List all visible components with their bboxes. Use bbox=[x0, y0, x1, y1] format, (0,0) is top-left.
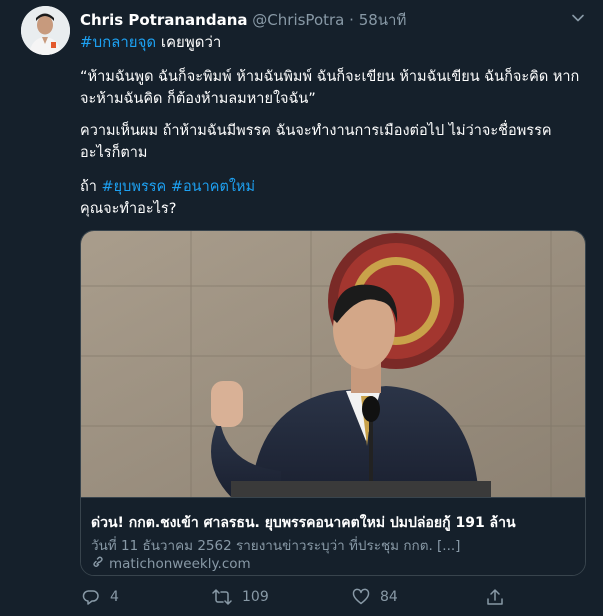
display-name[interactable]: Chris Potranandana bbox=[80, 11, 248, 29]
tweet-header: Chris Potranandana @ChrisPotra · 58นาที bbox=[80, 8, 406, 32]
hashtag-link[interactable]: #อนาคตใหม่ bbox=[171, 179, 255, 195]
opinion-text: ความเห็นผม ถ้าห้ามฉันมีพรรค ฉันจะทำงานกา… bbox=[80, 123, 552, 161]
card-domain[interactable]: matichonweekly.com bbox=[91, 556, 251, 572]
intro-line: #บกลายจุด เคยพูดว่า bbox=[80, 30, 221, 54]
quote-text: “ห้ามฉันพูด ฉันก็จะพิมพ์ ห้ามฉันพิมพ์ ฉั… bbox=[80, 69, 580, 107]
share-button[interactable] bbox=[486, 588, 514, 606]
link-icon bbox=[93, 556, 103, 567]
card-title[interactable]: ด่วน! กกต.ชงเข้า ศาลรธน. ยุบพรรคอนาคตใหม… bbox=[91, 512, 516, 534]
question-paragraph: ถ้า #ยุบพรรค #อนาคตใหม่ คุณจะทำอะไร? bbox=[80, 176, 580, 220]
retweet-button[interactable]: 109 bbox=[212, 588, 269, 606]
reply-button[interactable]: 4 bbox=[82, 588, 119, 606]
tweet-timestamp[interactable]: 58นาที bbox=[359, 11, 407, 29]
retweet-count: 109 bbox=[242, 589, 269, 605]
reply-count: 4 bbox=[110, 589, 119, 605]
hashtag-link[interactable]: #ยุบพรรค bbox=[102, 179, 167, 195]
card-image[interactable] bbox=[81, 231, 586, 497]
question-text: คุณจะทำอะไร? bbox=[80, 201, 177, 217]
heart-icon bbox=[352, 588, 370, 605]
card-domain-text[interactable]: matichonweekly.com bbox=[109, 556, 251, 572]
tweet[interactable]: Chris Potranandana @ChrisPotra · 58นาที … bbox=[0, 0, 603, 616]
if-prefix: ถ้า bbox=[80, 179, 102, 195]
card-description: วันที่ 11 ธันวาคม 2562 รายงานข่าวระบุว่า… bbox=[91, 538, 461, 554]
hashtag-link[interactable]: #บกลายจุด bbox=[80, 33, 156, 51]
separator-dot: · bbox=[349, 11, 354, 29]
share-icon bbox=[487, 589, 503, 605]
tweet-actions: 4 109 84 bbox=[0, 588, 603, 610]
chevron-down-icon[interactable] bbox=[570, 10, 586, 26]
reply-icon bbox=[82, 590, 99, 605]
link-card[interactable]: ด่วน! กกต.ชงเข้า ศาลรธน. ยุบพรรคอนาคตใหม… bbox=[80, 230, 586, 576]
like-count: 84 bbox=[380, 589, 398, 605]
card-text[interactable]: ด่วน! กกต.ชงเข้า ศาลรธน. ยุบพรรคอนาคตใหม… bbox=[81, 497, 585, 575]
user-handle[interactable]: @ChrisPotra bbox=[252, 11, 344, 29]
intro-text: เคยพูดว่า bbox=[156, 33, 222, 51]
avatar[interactable] bbox=[21, 6, 70, 55]
retweet-icon bbox=[212, 589, 232, 605]
like-button[interactable]: 84 bbox=[352, 588, 398, 606]
